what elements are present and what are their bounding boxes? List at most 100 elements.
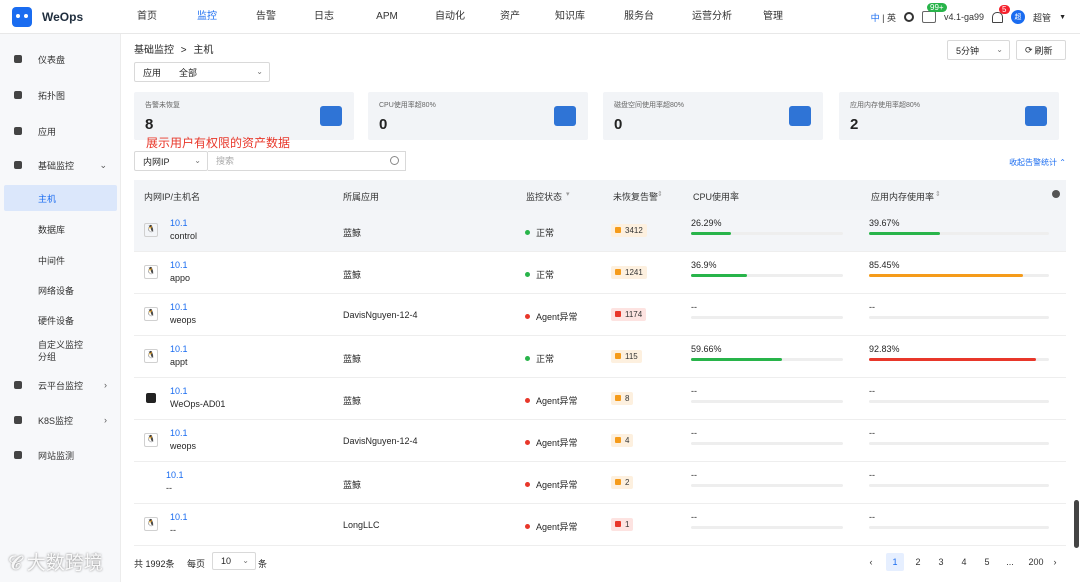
page-0[interactable]: 1 [886, 553, 904, 571]
prev-page-icon[interactable]: ‹ [862, 553, 880, 571]
search-field-select[interactable]: 内网IP ⌄ [134, 151, 208, 171]
nav-item-7[interactable]: 知识库 [536, 0, 604, 34]
host-ip-link[interactable]: 10.1 [170, 302, 188, 312]
host-ip-link[interactable]: 10.1 [170, 386, 188, 396]
avatar[interactable]: 超 [1011, 10, 1026, 24]
bell-icon[interactable]: 5 [992, 4, 1010, 23]
status-text: Agent异常 [536, 522, 578, 532]
host-ip-link[interactable]: 10.1 [166, 470, 184, 480]
sidebar-item-11[interactable]: K8S监控 › [4, 407, 117, 433]
alarm-count-badge[interactable]: 8 [611, 392, 634, 405]
sort-icon[interactable]: ▾ [566, 190, 570, 198]
search-icon[interactable] [390, 156, 399, 165]
host-ip-link[interactable]: 10.1 [170, 218, 188, 228]
next-page-icon[interactable]: › [1046, 553, 1064, 571]
version-label[interactable]: v4.1-ga99 [944, 12, 984, 22]
collapse-alarm-stats-link[interactable]: 收起告警统计 ⌃ [1009, 157, 1066, 168]
language-switch[interactable]: 中 | 英 [871, 11, 896, 24]
breadcrumb-root[interactable]: 基础监控 [134, 45, 174, 56]
host-ip-link[interactable]: 10.1 [170, 428, 188, 438]
sidebar-item-7[interactable]: 网络设备 [4, 277, 117, 303]
scrollbar[interactable] [1074, 500, 1079, 548]
sort-icon[interactable]: ⇕ [935, 190, 941, 198]
app-filter-select[interactable]: 应用 全部 ⌄ [134, 62, 270, 82]
nav-item-0[interactable]: 首页 [122, 0, 172, 34]
table-row[interactable]: 🐧 10.1 weops DavisNguyen-12-4 Agent异常 4 -- -- [134, 420, 1066, 462]
search-input[interactable]: 搜索 [208, 151, 406, 171]
gear-icon[interactable] [1052, 190, 1060, 198]
nav-item-4[interactable]: APM [358, 0, 416, 34]
nav-item-6[interactable]: 资产 [484, 0, 536, 34]
alarm-count-badge[interactable]: 115 [611, 350, 642, 363]
table-row[interactable]: 🐧 10.1 appt 蓝鲸 正常 115 59.66% 92.83% [134, 336, 1066, 378]
table-row[interactable]: 🐧 10.1 control 蓝鲸 正常 3412 26.29% 39.67% [134, 210, 1066, 252]
breadcrumb: 基础监控 > 主机 [134, 41, 213, 56]
page-6[interactable]: 200 [1024, 553, 1048, 571]
page-4[interactable]: 5 [978, 553, 996, 571]
topology-icon [14, 91, 22, 99]
nav-item-8[interactable]: 服务台 [604, 0, 674, 34]
sidebar-item-4[interactable]: 主机 [4, 185, 117, 211]
table-row[interactable]: 🐧 10.1 weops DavisNguyen-12-4 Agent异常 1174 -- -… [134, 294, 1066, 336]
sidebar-item-3[interactable]: 基础监控 ⌄ [4, 152, 117, 178]
cpu-usage-bar [691, 526, 843, 529]
sidebar-item-10[interactable]: 云平台监控 › [4, 372, 117, 398]
status-badge: 正常 [525, 352, 554, 365]
theme-toggle-icon[interactable] [904, 12, 915, 22]
status-dot-icon [525, 272, 530, 277]
page-2[interactable]: 3 [932, 553, 950, 571]
disk-icon [789, 106, 811, 126]
page-3[interactable]: 4 [955, 553, 973, 571]
sidebar-item-5[interactable]: 数据库 [4, 216, 117, 242]
table-row[interactable]: 🐧 10.1 -- LongLLC Agent异常 1 -- -- [134, 504, 1066, 546]
alarm-count-badge[interactable]: 4 [611, 434, 634, 447]
host-ip-link[interactable]: 10.1 [170, 512, 188, 522]
sort-icon[interactable]: ⇕ [657, 190, 663, 198]
nav-item-1[interactable]: 监控 [172, 0, 242, 34]
user-name[interactable]: 超管 [1033, 11, 1051, 24]
column-header-3[interactable]: 未恢复告警 [613, 190, 658, 203]
alarm-count-badge[interactable]: 1174 [611, 308, 647, 321]
sidebar-item-0[interactable]: 仪表盘 [4, 46, 117, 72]
alarm-count-badge[interactable]: 1241 [611, 266, 647, 279]
nav-item-5[interactable]: 自动化 [416, 0, 484, 34]
cpu-usage-text: 26.29% [691, 218, 722, 228]
alarm-count: 3412 [625, 226, 643, 235]
table-row[interactable]: 10.1 WeOps-AD01 蓝鲸 Agent异常 8 -- -- [134, 378, 1066, 420]
chevron-right-icon: › [104, 380, 107, 390]
chevron-down-icon[interactable]: ▼ [1059, 14, 1066, 21]
sidebar-item-label: 自定义监控分组 [38, 340, 84, 362]
logo[interactable]: WeOps [0, 6, 122, 27]
nav-item-3[interactable]: 日志 [290, 0, 358, 34]
refresh-button[interactable]: ⟳ 刷新 [1016, 40, 1066, 60]
host-ip-link[interactable]: 10.1 [170, 260, 188, 270]
cpu-usage-text: -- [691, 428, 697, 438]
nav-item-9[interactable]: 运营分析 [674, 0, 750, 34]
cpu-usage-text: 59.66% [691, 344, 722, 354]
alarm-count-badge[interactable]: 1 [611, 518, 634, 531]
table-row[interactable]: 10.1 -- 蓝鲸 Agent异常 2 -- -- [134, 462, 1066, 504]
sidebar-item-1[interactable]: 拓扑图 [4, 82, 117, 108]
stat-card-0: 告警未恢复 8 [134, 92, 354, 140]
alarm-count-badge[interactable]: 2 [611, 476, 634, 489]
alarm-icon [615, 395, 621, 401]
sidebar-item-9[interactable]: 自定义监控分组 [4, 336, 84, 366]
sidebar-item-8[interactable]: 硬件设备 [4, 307, 117, 333]
memory-icon [1025, 106, 1047, 126]
interval-select[interactable]: 5分钟 ⌄ [947, 40, 1010, 60]
sidebar-item-2[interactable]: 应用 [4, 118, 117, 144]
sort-icon[interactable]: ⇕ [731, 190, 737, 198]
update-icon[interactable]: 99+ [922, 3, 947, 23]
nav-item-10[interactable]: 管理 [750, 0, 796, 34]
alarm-count-badge[interactable]: 3412 [611, 224, 647, 237]
nav-item-2[interactable]: 告警 [242, 0, 290, 34]
column-header-5[interactable]: 应用内存使用率 [871, 190, 934, 203]
alarm-icon [615, 269, 621, 275]
sidebar-item-6[interactable]: 中间件 [4, 247, 117, 273]
host-ip-link[interactable]: 10.1 [170, 344, 188, 354]
column-header-2[interactable]: 监控状态 [526, 190, 562, 203]
sidebar-item-12[interactable]: 网站监测 [4, 442, 117, 468]
per-page-select[interactable]: 10 ⌄ [212, 552, 256, 570]
table-row[interactable]: 🐧 10.1 appo 蓝鲸 正常 1241 36.9% 85.45% [134, 252, 1066, 294]
page-1[interactable]: 2 [909, 553, 927, 571]
